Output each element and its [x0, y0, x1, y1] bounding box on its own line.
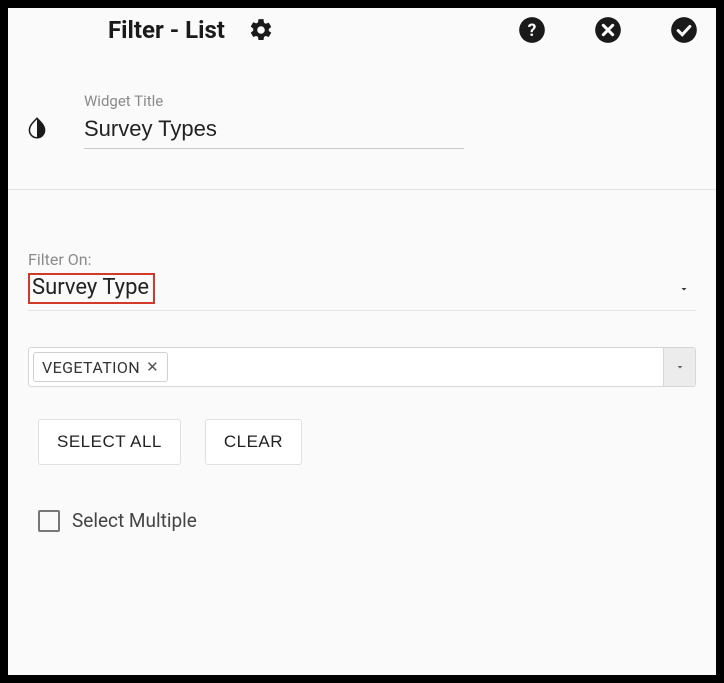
help-icon: ?: [518, 16, 546, 44]
select-multiple-checkbox[interactable]: [38, 510, 60, 532]
check-icon: [670, 16, 698, 44]
widget-title-input[interactable]: [84, 112, 464, 149]
value-chip-label: VEGETATION: [42, 358, 140, 377]
chevron-down-icon: [674, 361, 686, 373]
close-button[interactable]: [592, 14, 624, 46]
filter-on-highlight: Survey Type: [28, 273, 155, 304]
filter-on-value: Survey Type: [32, 275, 149, 300]
svg-text:?: ?: [528, 21, 537, 41]
bulk-action-row: SELECT ALL CLEAR: [28, 419, 696, 465]
values-multiselect[interactable]: VEGETATION ✕: [28, 347, 696, 387]
widget-title-section: Widget Title: [8, 52, 716, 189]
widget-title-label: Widget Title: [84, 92, 464, 110]
close-icon: [594, 16, 622, 44]
select-all-button[interactable]: SELECT ALL: [38, 419, 181, 465]
dialog-title: Filter - List: [108, 16, 225, 44]
dialog-header: Filter - List ?: [8, 8, 716, 52]
filter-config-section: Filter On: Survey Type VEGETATION ✕ SELE…: [8, 190, 716, 552]
select-multiple-label: Select Multiple: [72, 509, 197, 532]
values-dropdown-toggle[interactable]: [663, 348, 695, 386]
gear-icon: [248, 17, 274, 43]
clear-button[interactable]: CLEAR: [205, 419, 302, 465]
value-chip: VEGETATION ✕: [33, 352, 168, 382]
help-button[interactable]: ?: [516, 14, 548, 46]
invert-colors-icon: [24, 115, 50, 141]
select-multiple-row: Select Multiple: [28, 509, 696, 532]
settings-button[interactable]: [245, 14, 277, 46]
filter-on-dropdown[interactable]: Survey Type: [28, 273, 696, 311]
filter-on-label: Filter On:: [28, 250, 696, 269]
confirm-button[interactable]: [668, 14, 700, 46]
widget-title-field: Widget Title: [84, 92, 464, 149]
chip-remove-icon[interactable]: ✕: [146, 358, 159, 376]
chevron-down-icon: [678, 283, 690, 295]
dialog-filter-list: Filter - List ?: [0, 0, 724, 683]
values-input[interactable]: [172, 348, 663, 386]
theme-button[interactable]: [24, 115, 52, 143]
